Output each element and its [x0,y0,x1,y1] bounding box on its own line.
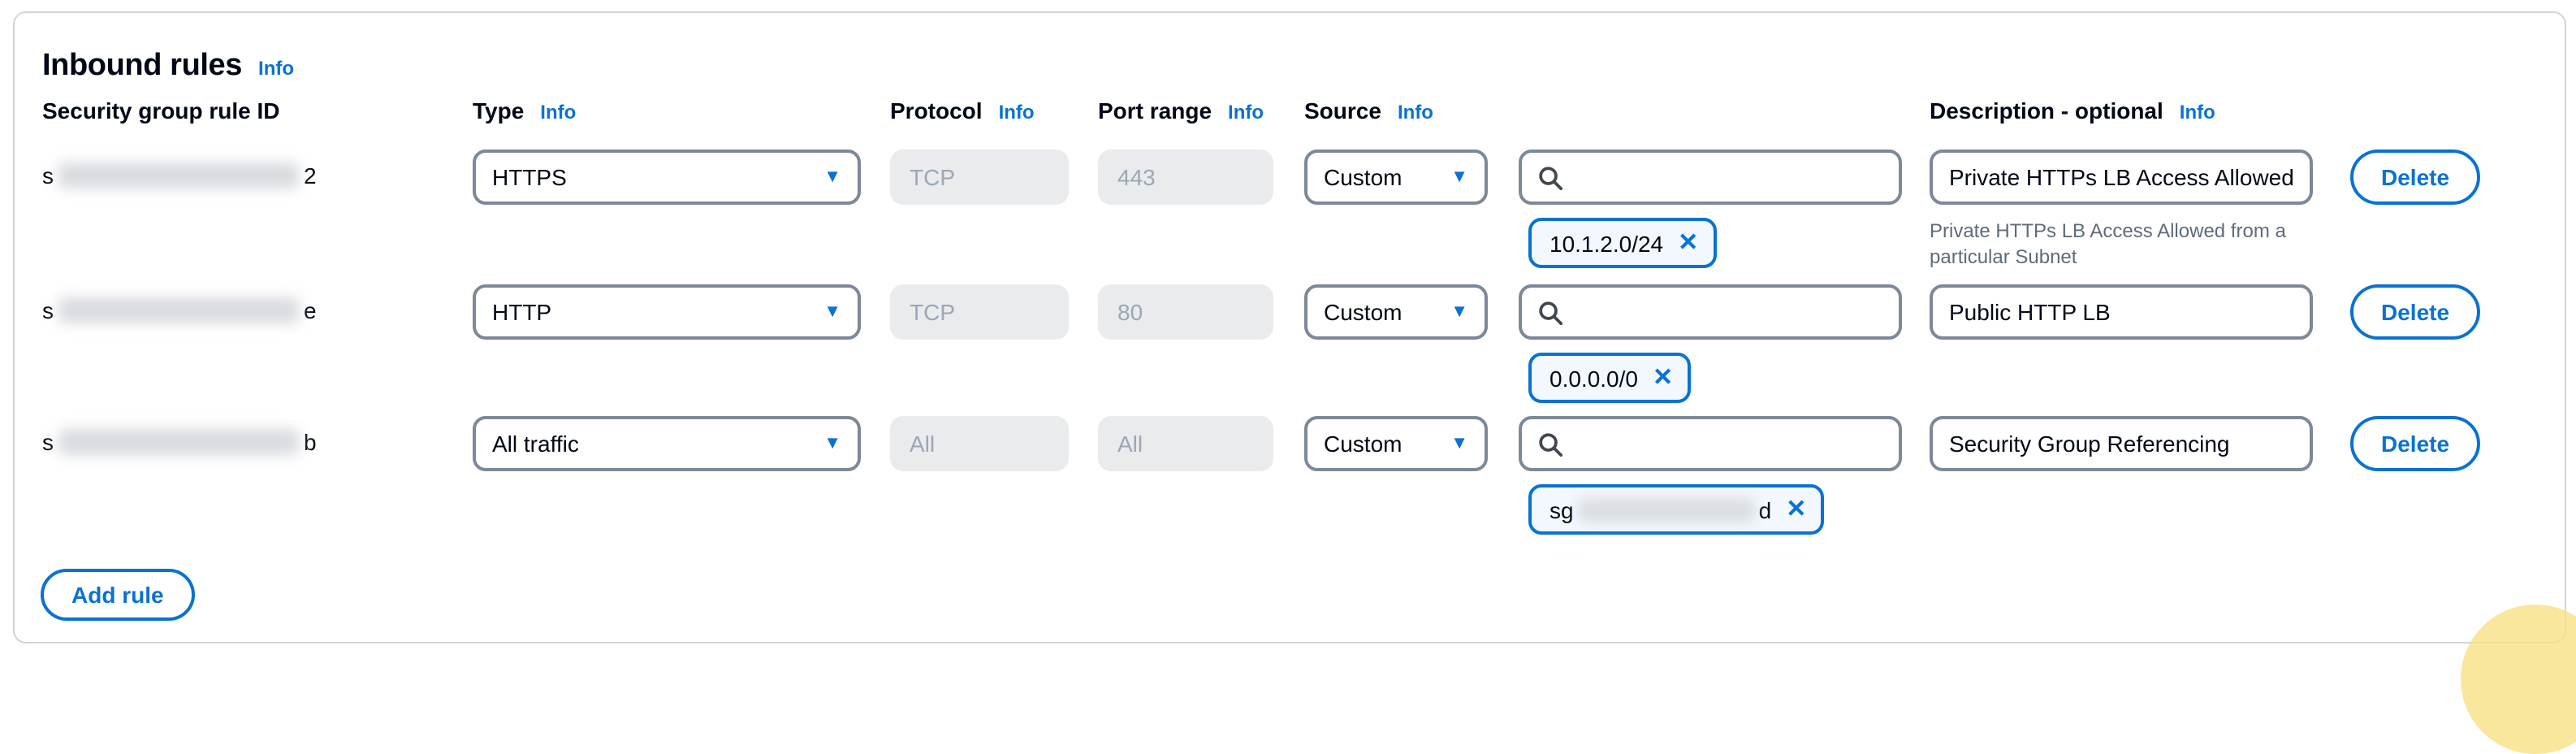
search-icon [1538,165,1562,189]
type-select[interactable]: HTTPS ▼ [473,150,861,205]
section-title-row: Inbound rules Info [42,49,294,84]
type-select[interactable]: All traffic ▼ [473,416,861,471]
rule-id-text: se [42,297,317,323]
caret-down-icon: ▼ [823,168,841,186]
dismiss-icon[interactable]: ✕ [1653,366,1673,390]
add-rule-button[interactable]: Add rule [41,569,195,621]
inbound-rules-panel: Inbound rules Info Security group rule I… [0,0,2576,660]
source-search-input[interactable] [1575,162,1882,192]
title-info-link[interactable]: Info [258,57,294,80]
type-select[interactable]: HTTP ▼ [473,284,861,340]
source-chip-label: 10.1.2.0/24 [1549,230,1663,256]
search-icon [1538,431,1562,456]
description-helper-text: Private HTTPs LB Access Allowed from a p… [1930,218,2290,270]
source-chip: 0.0.0.0/0 ✕ [1528,353,1691,403]
description-info-link[interactable]: Info [2180,101,2215,124]
delete-rule-button[interactable]: Delete [2350,284,2480,340]
caret-down-icon: ▼ [823,303,841,321]
port-range-info-link[interactable]: Info [1228,101,1264,124]
column-header-port-range: Port range Info [1098,98,1264,124]
rule-id-text: sb [42,429,317,455]
source-info-link[interactable]: Info [1398,101,1433,124]
source-chip-label: sgd [1549,496,1771,522]
source-mode-select[interactable]: Custom ▼ [1304,416,1488,471]
protocol-field: TCP [890,150,1069,205]
source-chip-security-group: sgd ✕ [1528,484,1824,535]
dismiss-icon[interactable]: ✕ [1786,497,1806,522]
redacted-rule-id [58,429,299,455]
port-range-field: 443 [1098,150,1273,205]
column-header-source: Source Info [1304,98,1433,124]
column-header-type: Type Info [473,98,576,124]
protocol-info-link[interactable]: Info [999,101,1035,124]
delete-rule-button[interactable]: Delete [2350,416,2480,471]
page-title: Inbound rules [42,49,242,84]
source-chip-label: 0.0.0.0/0 [1549,365,1638,391]
source-mode-select[interactable]: Custom ▼ [1304,284,1488,340]
source-search-box[interactable] [1519,150,1902,205]
column-header-protocol: Protocol Info [890,98,1035,124]
protocol-field: TCP [890,284,1069,340]
redacted-rule-id [58,297,299,323]
source-search-input[interactable] [1575,297,1882,327]
source-chip: 10.1.2.0/24 ✕ [1528,218,1716,268]
source-search-box[interactable] [1519,416,1902,471]
port-range-field: All [1098,416,1273,471]
description-input[interactable] [1930,284,2313,340]
column-header-rule-id: Security group rule ID [42,98,280,124]
rule-id-text: s2 [42,162,317,188]
source-mode-select[interactable]: Custom ▼ [1304,150,1488,205]
redacted-rule-id [58,162,299,188]
protocol-field: All [890,416,1069,471]
dismiss-icon[interactable]: ✕ [1678,231,1698,255]
description-input[interactable] [1930,150,2313,205]
column-header-description: Description - optional Info [1930,98,2215,124]
source-search-input[interactable] [1575,429,1882,458]
source-search-box[interactable] [1519,284,1902,340]
delete-rule-button[interactable]: Delete [2350,150,2480,205]
caret-down-icon: ▼ [1450,303,1468,321]
caret-down-icon: ▼ [823,435,841,453]
description-input[interactable] [1930,416,2313,471]
type-info-link[interactable]: Info [540,101,576,124]
caret-down-icon: ▼ [1450,435,1468,453]
caret-down-icon: ▼ [1450,168,1468,186]
redacted-sg-id [1579,498,1754,521]
port-range-field: 80 [1098,284,1273,340]
search-icon [1538,300,1562,324]
